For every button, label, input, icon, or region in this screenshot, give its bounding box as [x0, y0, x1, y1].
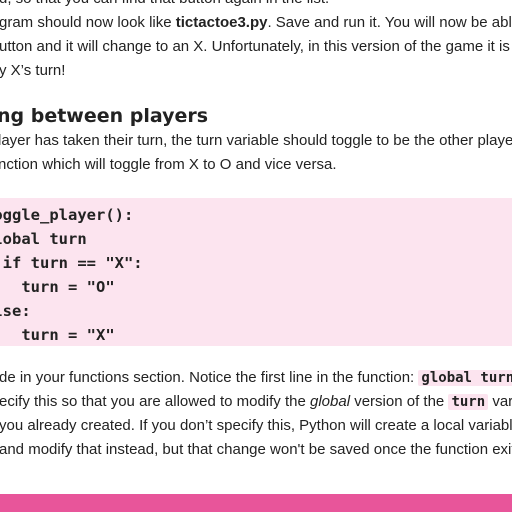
tutorial-page: d, so that you can find that button agai… [0, 0, 512, 512]
explanation-text: variabl [492, 393, 512, 410]
section-line-1: layer has taken their turn, the turn var… [0, 132, 512, 149]
explanation-text: ecify this so that you are allowed to mo… [0, 393, 310, 410]
code-line: if turn == "X": [2, 254, 143, 272]
explanation-line-3: you already created. If you don’t specif… [0, 417, 512, 434]
intro-line-1-text-a: gram should now look like [0, 14, 176, 31]
section-heading: ng between players [0, 105, 209, 127]
section-paragraph: layer has taken their turn, the turn var… [0, 129, 512, 177]
inline-code-global-turn: global turn [418, 370, 512, 386]
code-listing: toggle_player(): global turn if turn == … [0, 203, 143, 347]
filename-tictactoe3: tictactoe3.py [175, 14, 268, 31]
explanation-paragraph: de in your functions section. Notice the… [0, 366, 512, 462]
section-line-2: nction which will toggle from X to O and… [0, 156, 337, 173]
intro-line-1-text-b: . Save and run it. You will now be able … [267, 14, 512, 31]
code-line: toggle_player(): [0, 206, 134, 224]
explanation-line-2: ecify this so that you are allowed to mo… [0, 390, 512, 414]
intro-line-2: utton and it will change to an X. Unfort… [0, 38, 510, 55]
intro-paragraph: d, so that you can find that button agai… [0, 0, 512, 83]
explanation-line-4: and modify that instead, but that change… [0, 441, 512, 458]
code-line: global turn [0, 230, 87, 248]
intro-line-3: y X’s turn! [0, 62, 66, 79]
explanation-text: version of the [350, 393, 449, 410]
code-block: toggle_player(): global turn if turn == … [0, 198, 512, 346]
emphasis-global: global [310, 393, 351, 410]
code-line: else: [0, 302, 31, 320]
footer-bar [0, 494, 512, 512]
intro-line-0: d, so that you can find that button agai… [0, 0, 512, 11]
explanation-line-1: de in your functions section. Notice the… [0, 366, 512, 390]
inline-code-turn: turn [448, 394, 489, 410]
code-line: turn = "X" [21, 326, 115, 344]
code-line: turn = "O" [21, 278, 115, 296]
explanation-text: de in your functions section. Notice the… [0, 369, 419, 386]
intro-line-1: gram should now look like tictactoe3.py.… [0, 11, 512, 35]
